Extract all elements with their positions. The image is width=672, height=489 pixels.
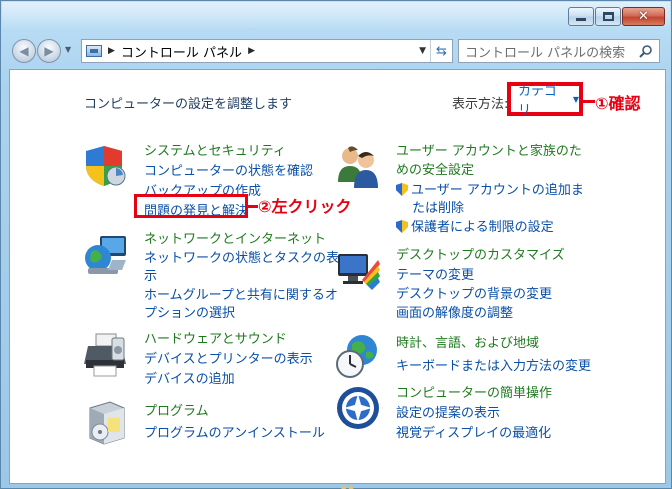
window-frame: ✕ ◀ ▶ ▼ ▶ コントロール パネル ▶ ▼ ⇆ コントロール パネルの検索… [0, 0, 672, 489]
search-placeholder: コントロール パネルの検索 [465, 45, 626, 61]
caption-buttons: ✕ [567, 7, 665, 26]
search-input[interactable]: コントロール パネルの検索 [458, 39, 660, 63]
control-panel-icon [86, 45, 102, 57]
link-screen-resolution[interactable]: 画面の解像度の調整 [396, 302, 513, 321]
search-icon[interactable] [639, 44, 653, 58]
link-add-remove-accounts-cont[interactable]: たは削除 [412, 197, 464, 216]
category-system-security[interactable]: システムとセキュリティ [144, 140, 286, 159]
network-globe-icon[interactable] [82, 230, 130, 278]
page-title: コンピューターの設定を調整します [84, 97, 293, 112]
category-appearance[interactable]: デスクトップのカスタマイズ [396, 244, 565, 263]
forward-arrow-icon: ▶ [44, 44, 54, 58]
close-icon: ✕ [638, 9, 649, 24]
shield-icon[interactable] [82, 142, 130, 190]
link-check-status[interactable]: コンピューターの状態を確認 [144, 160, 313, 179]
programs-box-icon[interactable] [82, 398, 130, 446]
link-add-remove-accounts[interactable]: ユーザー アカウントの追加ま [396, 179, 584, 198]
refresh-button[interactable]: ⇆ [430, 40, 452, 62]
address-bar[interactable]: ▶ コントロール パネル ▶ ▼ ⇆ [81, 39, 453, 63]
maximize-button[interactable] [595, 7, 621, 26]
annotation-connector [248, 205, 258, 208]
minimize-icon [576, 18, 586, 21]
view-by-dropdown[interactable]: カテゴリ ▼ [507, 80, 583, 118]
maximize-icon [602, 12, 614, 21]
category-hardware-sound[interactable]: ハードウェアとサウンド [144, 328, 287, 347]
link-desktop-background[interactable]: デスクトップの背景の変更 [396, 283, 552, 302]
back-button[interactable]: ◀ [12, 39, 36, 63]
breadcrumb-separator-icon[interactable]: ▶ [108, 46, 115, 56]
breadcrumb-separator-icon[interactable]: ▶ [248, 46, 255, 56]
link-homegroup-cont[interactable]: プションの選択 [144, 302, 235, 321]
link-network-status[interactable]: ネットワークの状態とタスクの表 [144, 247, 339, 266]
view-by-label: 表示方法: [452, 97, 509, 112]
clock-globe-icon[interactable] [334, 332, 382, 380]
annotation-highlight-box [134, 194, 248, 218]
view-by-value[interactable]: カテゴリ [518, 80, 568, 118]
link-network-status-cont[interactable]: 示 [144, 265, 157, 284]
category-clock-language-region[interactable]: 時計、言語、および地域 [396, 332, 539, 351]
printer-icon[interactable] [82, 330, 130, 378]
address-dropdown-icon[interactable]: ▼ [419, 46, 426, 56]
link-homegroup[interactable]: ホームグループと共有に関するオ [144, 284, 338, 303]
forward-button[interactable]: ▶ [37, 39, 61, 63]
resize-grip-icon: ◆◆ [341, 484, 356, 489]
link-suggested-settings[interactable]: 設定の提案の表示 [396, 402, 500, 421]
link-parental-controls[interactable]: 保護者による制限の設定 [396, 216, 554, 235]
category-programs[interactable]: プログラム [144, 400, 209, 419]
close-button[interactable]: ✕ [622, 7, 665, 26]
link-add-device[interactable]: デバイスの追加 [144, 368, 235, 387]
link-devices-printers[interactable]: デバイスとプリンターの表示 [144, 348, 313, 367]
link-change-theme[interactable]: テーマの変更 [396, 264, 474, 283]
category-network-internet[interactable]: ネットワークとインターネット [144, 228, 326, 247]
category-ease-of-access[interactable]: コンピューターの簡単操作 [396, 382, 552, 401]
ease-of-access-icon[interactable] [334, 384, 382, 432]
minimize-button[interactable] [568, 7, 594, 26]
chevron-down-icon[interactable]: ▼ [573, 95, 579, 104]
annotation-confirm: ①確認 [595, 94, 641, 113]
category-user-accounts[interactable]: ユーザー アカウントと家族のた [396, 140, 582, 159]
link-optimize-display[interactable]: 視覚ディスプレイの最適化 [396, 422, 551, 441]
link-uninstall-program[interactable]: プログラムのアンインストール [144, 422, 325, 441]
breadcrumb-control-panel[interactable]: コントロール パネル [121, 42, 242, 61]
annotation-connector [583, 100, 595, 103]
recent-pages-dropdown[interactable]: ▼ [65, 45, 71, 54]
annotation-left-click: ②左クリック [258, 197, 352, 216]
category-user-accounts-cont[interactable]: めの安全設定 [396, 159, 474, 178]
back-arrow-icon: ◀ [19, 44, 29, 58]
monitor-paint-icon[interactable] [334, 246, 382, 294]
link-change-keyboard[interactable]: キーボードまたは入力方法の変更 [396, 355, 591, 374]
content-pane: コンピューターの設定を調整します 表示方法: カテゴリ ▼ ①確認 システムとセ… [9, 69, 666, 484]
users-icon[interactable] [334, 142, 382, 190]
refresh-icon: ⇆ [436, 43, 447, 59]
